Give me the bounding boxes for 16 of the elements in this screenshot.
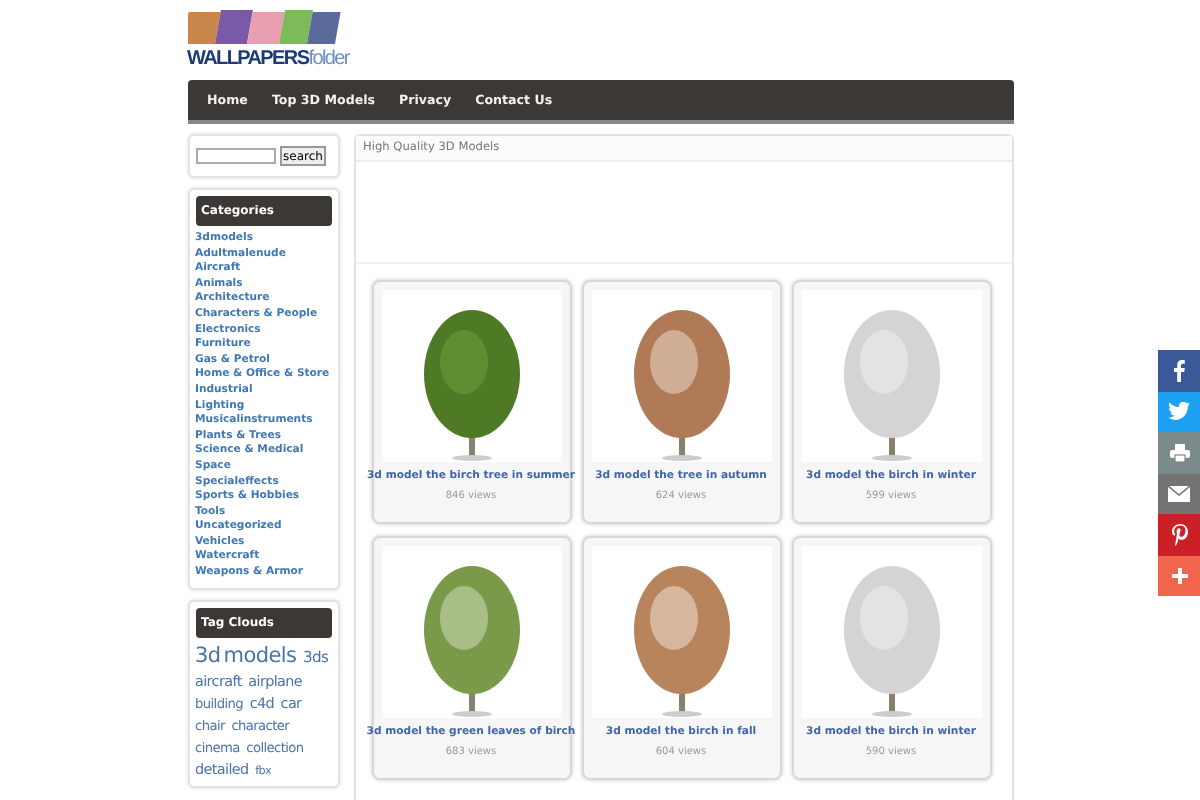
- facebook-icon: [1172, 359, 1186, 382]
- share-button[interactable]: [1158, 514, 1200, 555]
- printer-icon: [1169, 443, 1189, 462]
- share-button[interactable]: [1158, 350, 1200, 391]
- envelope-icon: [1168, 485, 1190, 502]
- search-field[interactable]: [195, 148, 275, 164]
- share-button[interactable]: [1158, 432, 1200, 473]
- logo-text: WALLPAPERSfolder: [187, 48, 351, 72]
- pinterest-icon: [1171, 523, 1187, 546]
- bird-icon: [1168, 402, 1190, 421]
- plus-icon: [1171, 567, 1187, 584]
- site-logo[interactable]: WALLPAPERSfolder: [187, 4, 351, 72]
- share-button[interactable]: [1158, 473, 1200, 514]
- share-button[interactable]: [1158, 391, 1200, 432]
- share-button[interactable]: [1158, 555, 1200, 596]
- tag-link[interactable]: 3d models: [195, 643, 297, 668]
